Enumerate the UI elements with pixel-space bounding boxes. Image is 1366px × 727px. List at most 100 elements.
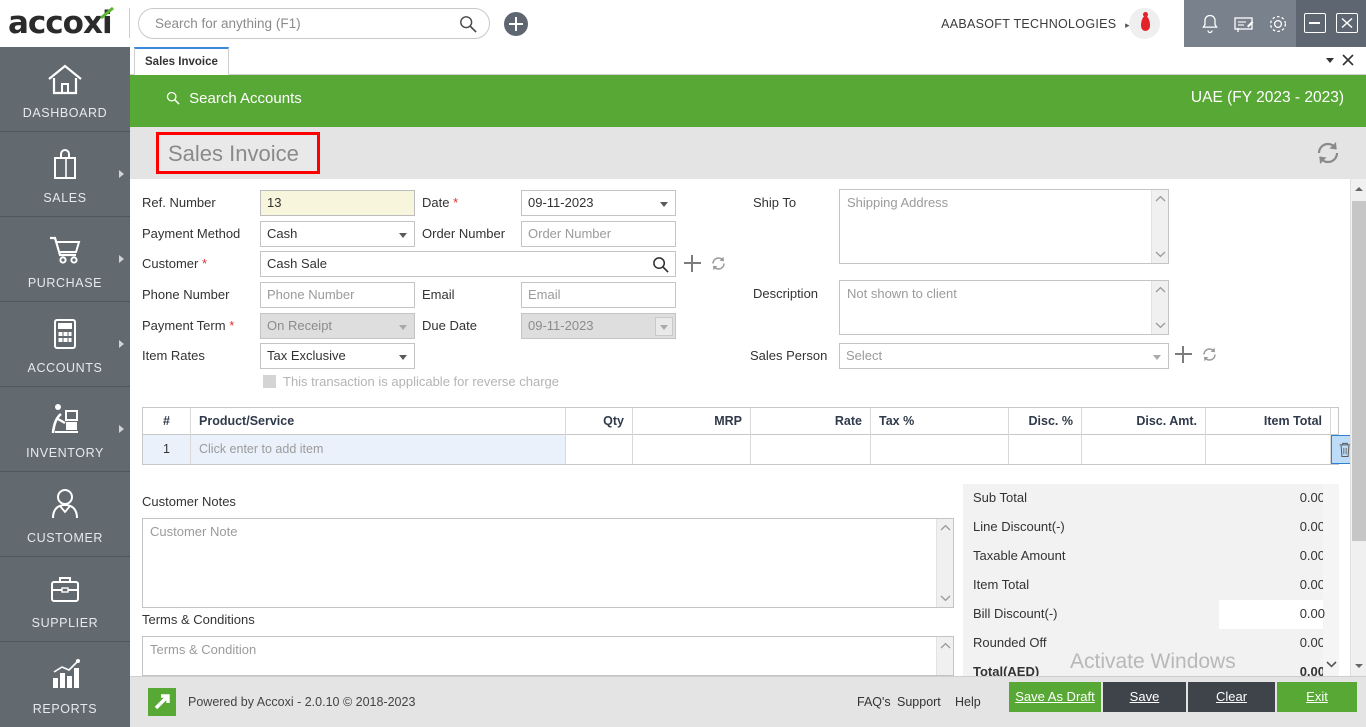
window-controls <box>1296 0 1366 47</box>
totals-scrollbar[interactable] <box>1323 484 1339 676</box>
col-rate: Rate <box>751 408 871 435</box>
company-selector[interactable]: AABASOFT TECHNOLOGIES ▸ <box>941 17 1130 31</box>
sidebar-item-accounts[interactable]: ACCOUNTS <box>0 302 130 387</box>
search-accounts-button[interactable]: Search Accounts <box>166 90 302 107</box>
search-icon[interactable] <box>459 15 477 33</box>
ship-to-scrollbar[interactable] <box>1151 190 1168 263</box>
feedback-icon[interactable] <box>1232 12 1256 36</box>
bell-icon[interactable] <box>1198 12 1222 36</box>
payment-method-select[interactable]: Cash <box>260 221 415 247</box>
help-link[interactable]: Help <box>955 695 981 709</box>
ref-number-field[interactable]: 13 <box>260 190 415 216</box>
table-row[interactable]: 1 Click enter to add item <box>143 435 1338 464</box>
order-number-field[interactable]: Order Number <box>521 221 676 247</box>
minimize-button[interactable] <box>1304 13 1326 33</box>
close-icon[interactable] <box>1340 52 1356 68</box>
scrollbar-thumb[interactable] <box>1352 201 1366 541</box>
chevron-down-icon[interactable] <box>395 226 411 242</box>
sidebar-item-label: SALES <box>0 191 130 205</box>
description-textarea[interactable]: Not shown to client <box>839 280 1169 335</box>
ship-to-textarea[interactable]: Shipping Address <box>839 189 1169 264</box>
sidebar-item-supplier[interactable]: SUPPLIER <box>0 557 130 642</box>
chevron-down-icon[interactable] <box>1155 321 1166 329</box>
add-new-button[interactable] <box>504 12 528 36</box>
phone-number-label: Phone Number <box>142 287 229 302</box>
search-icon[interactable] <box>652 256 669 273</box>
refresh-icon[interactable] <box>1314 139 1342 167</box>
required-marker: * <box>453 195 458 210</box>
chevron-down-icon[interactable] <box>1155 250 1166 258</box>
customer-notes-textarea[interactable]: Customer Note <box>142 518 954 608</box>
sidebar-item-customer[interactable]: CUSTOMER <box>0 472 130 557</box>
main-vertical-scrollbar[interactable] <box>1350 179 1366 676</box>
cell-rate[interactable] <box>751 435 871 464</box>
total-label: Line Discount(-) <box>973 519 1065 534</box>
chevron-down-icon[interactable] <box>940 594 951 602</box>
terms-scrollbar[interactable] <box>936 637 953 675</box>
item-rates-select[interactable]: Tax Exclusive <box>260 343 415 369</box>
chevron-up-icon[interactable] <box>940 642 951 650</box>
save-as-draft-button[interactable]: Save As Draft <box>1009 682 1101 712</box>
add-sales-person-button[interactable] <box>1175 346 1192 363</box>
reverse-charge-checkbox[interactable] <box>263 375 276 388</box>
refresh-sales-person-icon[interactable] <box>1201 346 1218 363</box>
sidebar-item-inventory[interactable]: INVENTORY <box>0 387 130 472</box>
tab-sales-invoice[interactable]: Sales Invoice <box>134 47 229 75</box>
sidebar-item-label: INVENTORY <box>0 446 130 460</box>
cell-mrp[interactable] <box>633 435 751 464</box>
save-button[interactable]: Save <box>1103 682 1186 712</box>
search-input[interactable] <box>155 9 445 38</box>
col-mrp: MRP <box>633 408 751 435</box>
cell-item-total[interactable] <box>1206 435 1331 464</box>
date-field[interactable]: 09-11-2023 <box>521 190 676 216</box>
close-button[interactable] <box>1336 13 1358 33</box>
sidebar-item-dashboard[interactable]: DASHBOARD <box>0 47 130 132</box>
payment-method-value: Cash <box>267 226 297 241</box>
cell-product[interactable]: Click enter to add item <box>191 435 566 464</box>
sidebar-item-purchase[interactable]: PURCHASE <box>0 217 130 302</box>
terms-textarea[interactable]: Terms & Condition <box>142 636 954 676</box>
chevron-up-icon[interactable] <box>1354 185 1364 193</box>
refresh-customer-icon[interactable] <box>710 255 727 272</box>
page-header: Sales Invoice <box>130 127 1366 179</box>
chevron-down-icon[interactable] <box>1354 662 1364 670</box>
email-field[interactable]: Email <box>521 282 676 308</box>
phone-number-field[interactable]: Phone Number <box>260 282 415 308</box>
sidebar-item-sales[interactable]: SALES <box>0 132 130 217</box>
sidebar-item-label: SUPPLIER <box>0 616 130 630</box>
titlebar-icon-group <box>1184 0 1296 47</box>
gear-icon[interactable] <box>1266 12 1290 36</box>
add-customer-button[interactable] <box>684 255 701 272</box>
payment-term-select[interactable]: On Receipt <box>260 313 415 339</box>
faqs-link[interactable]: FAQ's <box>857 695 891 709</box>
description-scrollbar[interactable] <box>1151 281 1168 334</box>
chevron-up-icon[interactable] <box>1155 286 1166 294</box>
global-search[interactable] <box>138 8 490 39</box>
chart-icon <box>45 656 85 692</box>
chevron-up-icon[interactable] <box>940 524 951 532</box>
customer-notes-scrollbar[interactable] <box>936 519 953 607</box>
order-number-label: Order Number <box>422 226 505 241</box>
customer-notes-label: Customer Notes <box>142 494 236 509</box>
chevron-down-icon[interactable] <box>395 348 411 364</box>
clear-button[interactable]: Clear <box>1188 682 1275 712</box>
ship-to-placeholder: Shipping Address <box>847 195 948 210</box>
sales-person-select[interactable]: Select <box>839 343 1169 369</box>
chevron-down-icon[interactable] <box>1149 348 1165 364</box>
sidebar-item-reports[interactable]: REPORTS <box>0 642 130 727</box>
customer-field[interactable]: Cash Sale <box>260 251 676 277</box>
cell-disc-amt[interactable] <box>1082 435 1206 464</box>
chevron-down-icon[interactable] <box>656 195 672 211</box>
chevron-down-icon[interactable] <box>1326 660 1337 668</box>
exit-button[interactable]: Exit <box>1277 682 1357 712</box>
cell-tax[interactable] <box>871 435 1009 464</box>
avatar[interactable] <box>1129 8 1160 39</box>
support-link[interactable]: Support <box>897 695 941 709</box>
chevron-down-icon[interactable] <box>1326 58 1334 63</box>
customer-label: Customer * <box>142 256 207 271</box>
total-row-bill-discount[interactable]: Bill Discount(-) 0.00 <box>963 600 1339 629</box>
total-label: Item Total <box>973 577 1029 592</box>
chevron-up-icon[interactable] <box>1155 195 1166 203</box>
cell-disc-pct[interactable] <box>1009 435 1082 464</box>
cell-qty[interactable] <box>566 435 633 464</box>
